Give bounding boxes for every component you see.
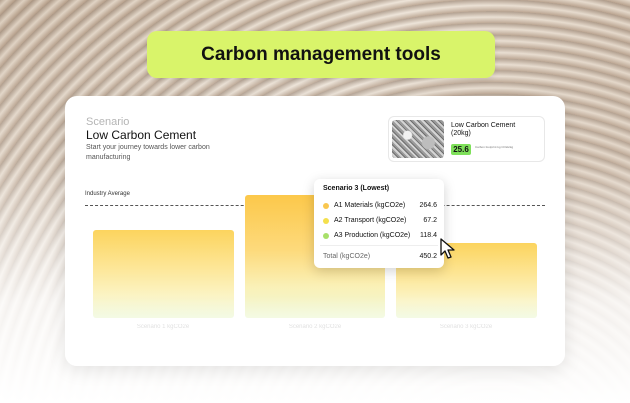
tooltip-divider <box>320 245 438 246</box>
scenario-3-label: Scenario 3 kgCO2e <box>439 324 493 330</box>
tooltip-row-value: 264.6 <box>419 202 437 209</box>
product-name: Low Carbon Cement (20kg) <box>451 122 516 137</box>
banner-title: Carbon management tools <box>147 31 495 78</box>
product-card[interactable]: Low Carbon Cement (20kg) 25.6 Carbon foo… <box>388 116 545 162</box>
tooltip-total-value: 450.2 <box>419 253 437 260</box>
scenario-description: Start your journey towards lower carbon … <box>86 144 210 161</box>
scenario-1-label: Scenario 1 kgCO2e <box>136 324 190 330</box>
cement-image <box>392 120 444 158</box>
industry-average-label: Industry Average <box>85 191 130 197</box>
tooltip-title: Scenario 3 (Lowest) <box>323 185 390 192</box>
carbon-score-label: Carbon footprint kg CO2e/kg <box>475 145 514 149</box>
tooltip-row-value: 67.2 <box>423 217 437 224</box>
tooltip-row-transport: A2 Transport (kgCO2e) 67.2 <box>323 216 437 225</box>
scenario-1-bar[interactable] <box>93 230 234 318</box>
scenario-2-label: Scenario 2 kgCO2e <box>288 324 342 330</box>
tooltip-row-name: A1 Materials (kgCO2e) <box>334 202 406 209</box>
tooltip-total-label: Total (kgCO2e) <box>323 253 371 260</box>
tooltip-total: Total (kgCO2e) 450.2 <box>323 253 437 260</box>
carbon-score-badge: 25.6 <box>451 144 471 155</box>
tooltip-row-production: A3 Production (kgCO2e) 118.4 <box>323 231 437 240</box>
materials-dot-icon <box>323 202 329 209</box>
cursor-arrow-icon <box>440 238 455 259</box>
tooltip-row-name: A2 Transport (kgCO2e) <box>334 217 407 224</box>
scenario-title: Low Carbon Cement <box>86 128 197 142</box>
scenario-tooltip: Scenario 3 (Lowest) A1 Materials (kgCO2e… <box>314 179 444 268</box>
scenario-eyebrow: Scenario <box>86 116 130 128</box>
tooltip-row-value: 118.4 <box>420 232 437 239</box>
tooltip-row-materials: A1 Materials (kgCO2e) 264.6 <box>323 201 437 210</box>
production-dot-icon <box>323 232 329 239</box>
tooltip-row-name: A3 Production (kgCO2e) <box>334 232 411 239</box>
transport-dot-icon <box>323 217 329 224</box>
